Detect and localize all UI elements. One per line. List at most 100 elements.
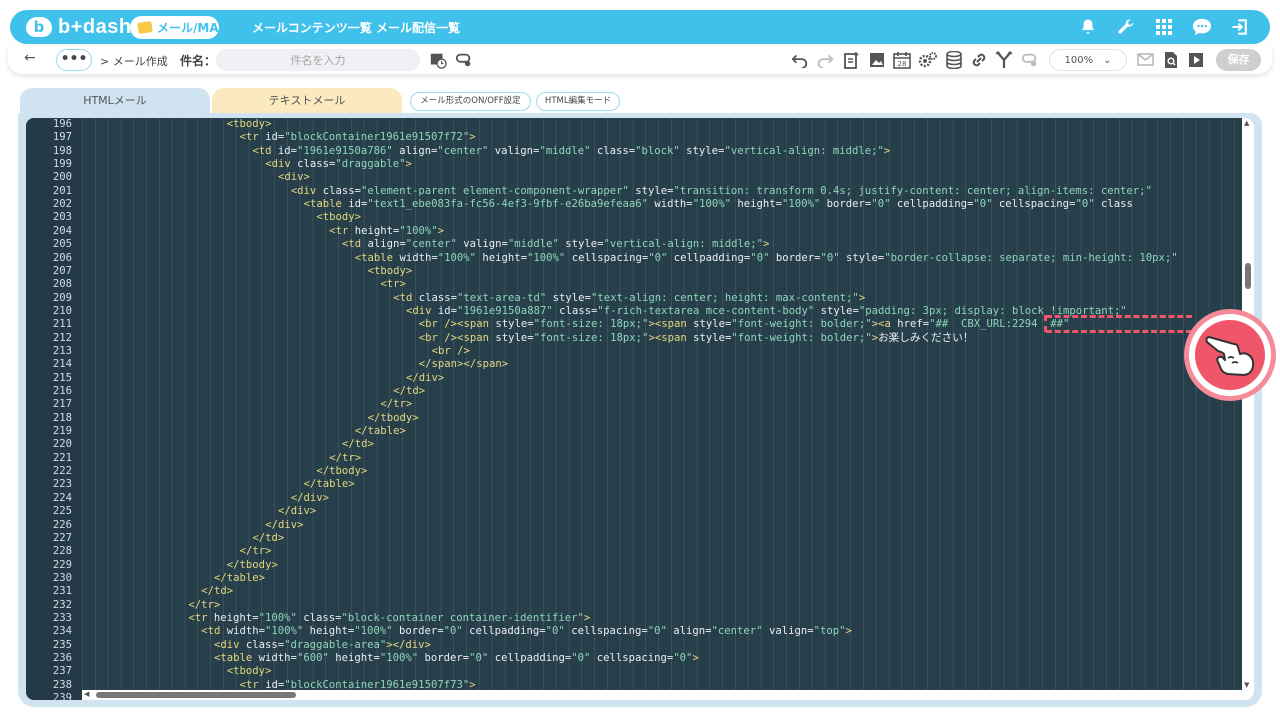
code-line[interactable]: 197 <tr id="blockContainer1961e91507f72">	[26, 131, 1242, 144]
code-line[interactable]: 224 </div>	[26, 492, 1242, 505]
code-line[interactable]: 225 </div>	[26, 505, 1242, 518]
code-line[interactable]: 205 <td align="center" valign="middle" st…	[26, 238, 1242, 251]
code-token: cellspacing=	[565, 251, 649, 264]
code-line[interactable]: 234 <td width="100%" height="100%" border…	[26, 625, 1242, 638]
code-line[interactable]: 220 </td>	[26, 438, 1242, 451]
redo-icon[interactable]	[815, 49, 835, 71]
code-editor[interactable]: 196 <tbody> 197 <tr id="blockContainer1961e…	[26, 118, 1254, 700]
code-line[interactable]: 233 <tr height="100%" class="block-contai…	[26, 612, 1242, 625]
chat-icon[interactable]	[1190, 14, 1214, 40]
code-line[interactable]: 199 <div class="draggable">	[26, 158, 1242, 171]
line-number: 224	[52, 491, 72, 504]
code-token: height=	[213, 611, 259, 624]
mail-check-icon[interactable]	[1136, 49, 1156, 71]
database-icon[interactable]	[944, 49, 964, 71]
code-line[interactable]: 196 <tbody>	[26, 118, 1242, 131]
document-search-icon[interactable]	[1161, 49, 1181, 71]
code-line[interactable]: 201 <div class="element-parent element-co…	[26, 185, 1242, 198]
code-line[interactable]: 236 <table width="600" height="100%" bord…	[26, 652, 1242, 665]
more-options-button[interactable]: •••	[56, 49, 92, 71]
wrench-icon[interactable]	[1114, 14, 1138, 40]
code-token: "0"	[469, 652, 489, 664]
code-line[interactable]: 232 </tr>	[26, 599, 1242, 612]
code-line[interactable]: 227 </td>	[26, 532, 1242, 545]
module-switch-button[interactable]: メール/MA	[130, 16, 219, 39]
nav-mail-delivery[interactable]: メール配信一覧	[376, 19, 460, 36]
back-arrow-icon[interactable]: ←	[24, 50, 36, 66]
html-edit-mode-button[interactable]: HTML編集モード	[536, 92, 620, 111]
code-line[interactable]: 226 </div>	[26, 519, 1242, 532]
code-line[interactable]: 222 </tbody>	[26, 465, 1242, 478]
save-button[interactable]: 保存	[1216, 49, 1261, 71]
tab-text-mail[interactable]: テキストメール	[212, 88, 402, 114]
code-line[interactable]: 217 </tr>	[26, 398, 1242, 411]
code-line[interactable]: 235 <div class="draggable-area"></div>	[26, 639, 1242, 652]
code-line[interactable]: 212 <br /><span style="font-size: 18px;">…	[26, 332, 1242, 345]
logout-icon[interactable]	[1228, 14, 1252, 40]
code-line[interactable]: 215 </div>	[26, 372, 1242, 385]
line-number: 237	[52, 665, 72, 678]
code-line[interactable]: 219 </table>	[26, 425, 1242, 438]
code-token: </td>	[201, 585, 234, 598]
tab-html-mail[interactable]: HTMLメール	[20, 88, 210, 114]
code-line[interactable]: 200 <div>	[26, 171, 1242, 184]
link-toggle-icon[interactable]	[1020, 49, 1040, 71]
scroll-left-icon[interactable]: ◀	[84, 690, 89, 698]
code-line[interactable]: 202 <table id="text1_ebe083fa-fc56-4ef3-9…	[26, 198, 1242, 211]
undo-icon[interactable]	[790, 49, 810, 71]
code-line[interactable]: 216 </td>	[26, 385, 1242, 398]
mail-format-toggle-button[interactable]: メール形式のON/OFF設定	[410, 92, 531, 111]
link-settings-icon[interactable]	[454, 49, 474, 71]
code-token: <tr	[329, 224, 355, 237]
code-text: <tr height="100%">	[329, 225, 444, 238]
calendar-icon[interactable]: 28	[892, 49, 912, 71]
code-line[interactable]: 228 </tr>	[26, 545, 1242, 558]
horizontal-scrollbar[interactable]: ◀	[82, 690, 1254, 700]
code-token: style=	[693, 331, 732, 344]
vertical-scroll-thumb[interactable]	[1245, 263, 1251, 289]
bell-icon[interactable]	[1076, 14, 1100, 40]
scroll-up-icon[interactable]: ▲	[1244, 119, 1249, 127]
image-icon[interactable]	[867, 49, 887, 71]
horizontal-scroll-thumb[interactable]	[96, 692, 296, 698]
code-line[interactable]: 229 </tbody>	[26, 559, 1242, 572]
code-token: "blockContainer1961e91507f72"	[284, 131, 470, 144]
code-line[interactable]: 208 <tr>	[26, 278, 1242, 291]
link-icon[interactable]	[969, 49, 989, 71]
line-number: 211	[52, 318, 72, 331]
add-content-icon[interactable]	[842, 49, 862, 71]
zoom-select[interactable]: 100% ⌄	[1049, 49, 1127, 71]
code-line[interactable]: 214 </span></span>	[26, 358, 1242, 371]
code-line[interactable]: 231 </td>	[26, 585, 1242, 598]
gears-icon[interactable]	[918, 49, 938, 71]
schedule-icon[interactable]	[428, 49, 448, 71]
code-token: >	[583, 611, 591, 624]
code-line[interactable]: 203 <tbody>	[26, 211, 1242, 224]
code-line[interactable]: 237 <tbody>	[26, 665, 1242, 678]
code-line[interactable]: 206 <table width="100%" height="100%" cel…	[26, 252, 1242, 265]
code-token: cellspacing=	[992, 198, 1076, 211]
code-token: href=	[897, 318, 930, 331]
code-line[interactable]: 213 <br />	[26, 345, 1242, 358]
code-line[interactable]: 218 </tbody>	[26, 412, 1242, 425]
code-text: </div>	[291, 492, 329, 505]
scroll-down-icon[interactable]: ▼	[1244, 681, 1249, 689]
code-text: <div class="draggable">	[265, 158, 412, 171]
code-line[interactable]: 209 <td class="text-area-td" style="text-…	[26, 292, 1242, 305]
code-line[interactable]: 221 </tr>	[26, 452, 1242, 465]
code-token: cellpadding=	[488, 652, 572, 664]
code-line[interactable]: 207 <tbody>	[26, 265, 1242, 278]
subject-input[interactable]	[216, 49, 420, 71]
code-line[interactable]: 223 </table>	[26, 478, 1242, 491]
line-number: 207	[52, 264, 72, 277]
code-line[interactable]: 204 <tr height="100%">	[26, 225, 1242, 238]
preview-play-icon[interactable]	[1186, 49, 1206, 71]
grid-icon[interactable]	[1152, 14, 1176, 40]
code-line[interactable]: 198 <td id="1961e9150a786" align="center"…	[26, 145, 1242, 158]
code-token: <tr	[239, 131, 266, 144]
merge-icon[interactable]	[994, 49, 1014, 71]
logo[interactable]: b b+dash	[26, 14, 132, 40]
vertical-scrollbar[interactable]: ▲ ▼	[1242, 118, 1254, 690]
code-line[interactable]: 230 </table>	[26, 572, 1242, 585]
nav-mail-contents[interactable]: メールコンテンツ一覧	[252, 19, 372, 36]
